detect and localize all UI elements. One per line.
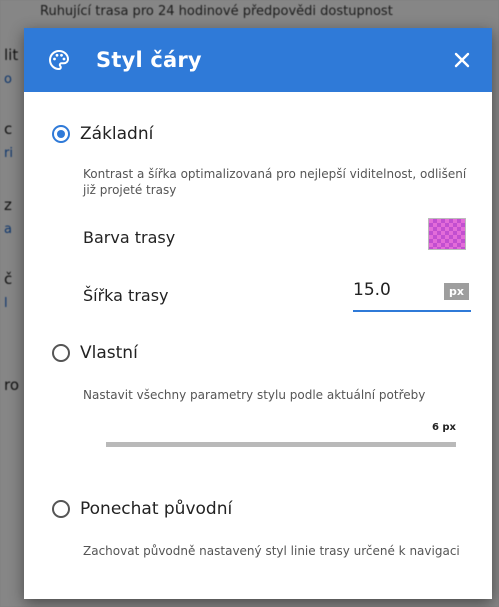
slider-value: 6 px xyxy=(431,422,456,433)
slider-track[interactable] xyxy=(106,442,456,447)
close-button[interactable] xyxy=(446,44,478,76)
radio-basic-label: Základní xyxy=(80,124,154,144)
route-width-label: Šířka trasy xyxy=(83,285,169,305)
route-width-row: Šířka trasy px xyxy=(83,278,471,312)
route-color-label: Barva trasy xyxy=(83,227,176,247)
radio-basic-row[interactable]: Základní xyxy=(24,118,492,150)
radio-keep[interactable] xyxy=(52,500,70,518)
dialog-header: Styl čáry xyxy=(24,28,492,92)
keep-description: Zachovat původně nastavený styl linie tr… xyxy=(83,544,460,558)
width-slider[interactable]: 6 px xyxy=(106,422,456,454)
radio-basic[interactable] xyxy=(52,125,70,143)
route-color-row: Barva trasy xyxy=(83,218,471,252)
custom-description: Nastavit všechny parametry stylu podle a… xyxy=(83,388,426,402)
close-icon xyxy=(454,52,470,68)
radio-custom-row[interactable]: Vlastní xyxy=(24,337,492,369)
basic-description: Kontrast a šířka optimalizovaná pro nejl… xyxy=(83,167,467,197)
radio-keep-label: Ponechat původní xyxy=(80,499,233,519)
option-custom: Vlastní Nastavit všechny parametry stylu… xyxy=(24,337,492,403)
radio-custom[interactable] xyxy=(52,344,70,362)
dialog-title: Styl čáry xyxy=(96,48,202,72)
option-basic: Základní Kontrast a šířka optimalizovaná… xyxy=(24,118,492,198)
palette-icon xyxy=(46,47,72,73)
width-unit-badge: px xyxy=(444,283,469,300)
route-color-swatch[interactable] xyxy=(428,218,466,250)
line-style-dialog: Styl čáry Základní Kontrast a šířka opti… xyxy=(24,28,492,599)
radio-custom-label: Vlastní xyxy=(80,343,138,363)
route-width-input[interactable] xyxy=(353,280,433,300)
radio-keep-row[interactable]: Ponechat původní xyxy=(24,493,492,525)
option-keep: Ponechat původní Zachovat původně nastav… xyxy=(24,493,492,559)
route-width-field[interactable]: px xyxy=(353,278,471,312)
